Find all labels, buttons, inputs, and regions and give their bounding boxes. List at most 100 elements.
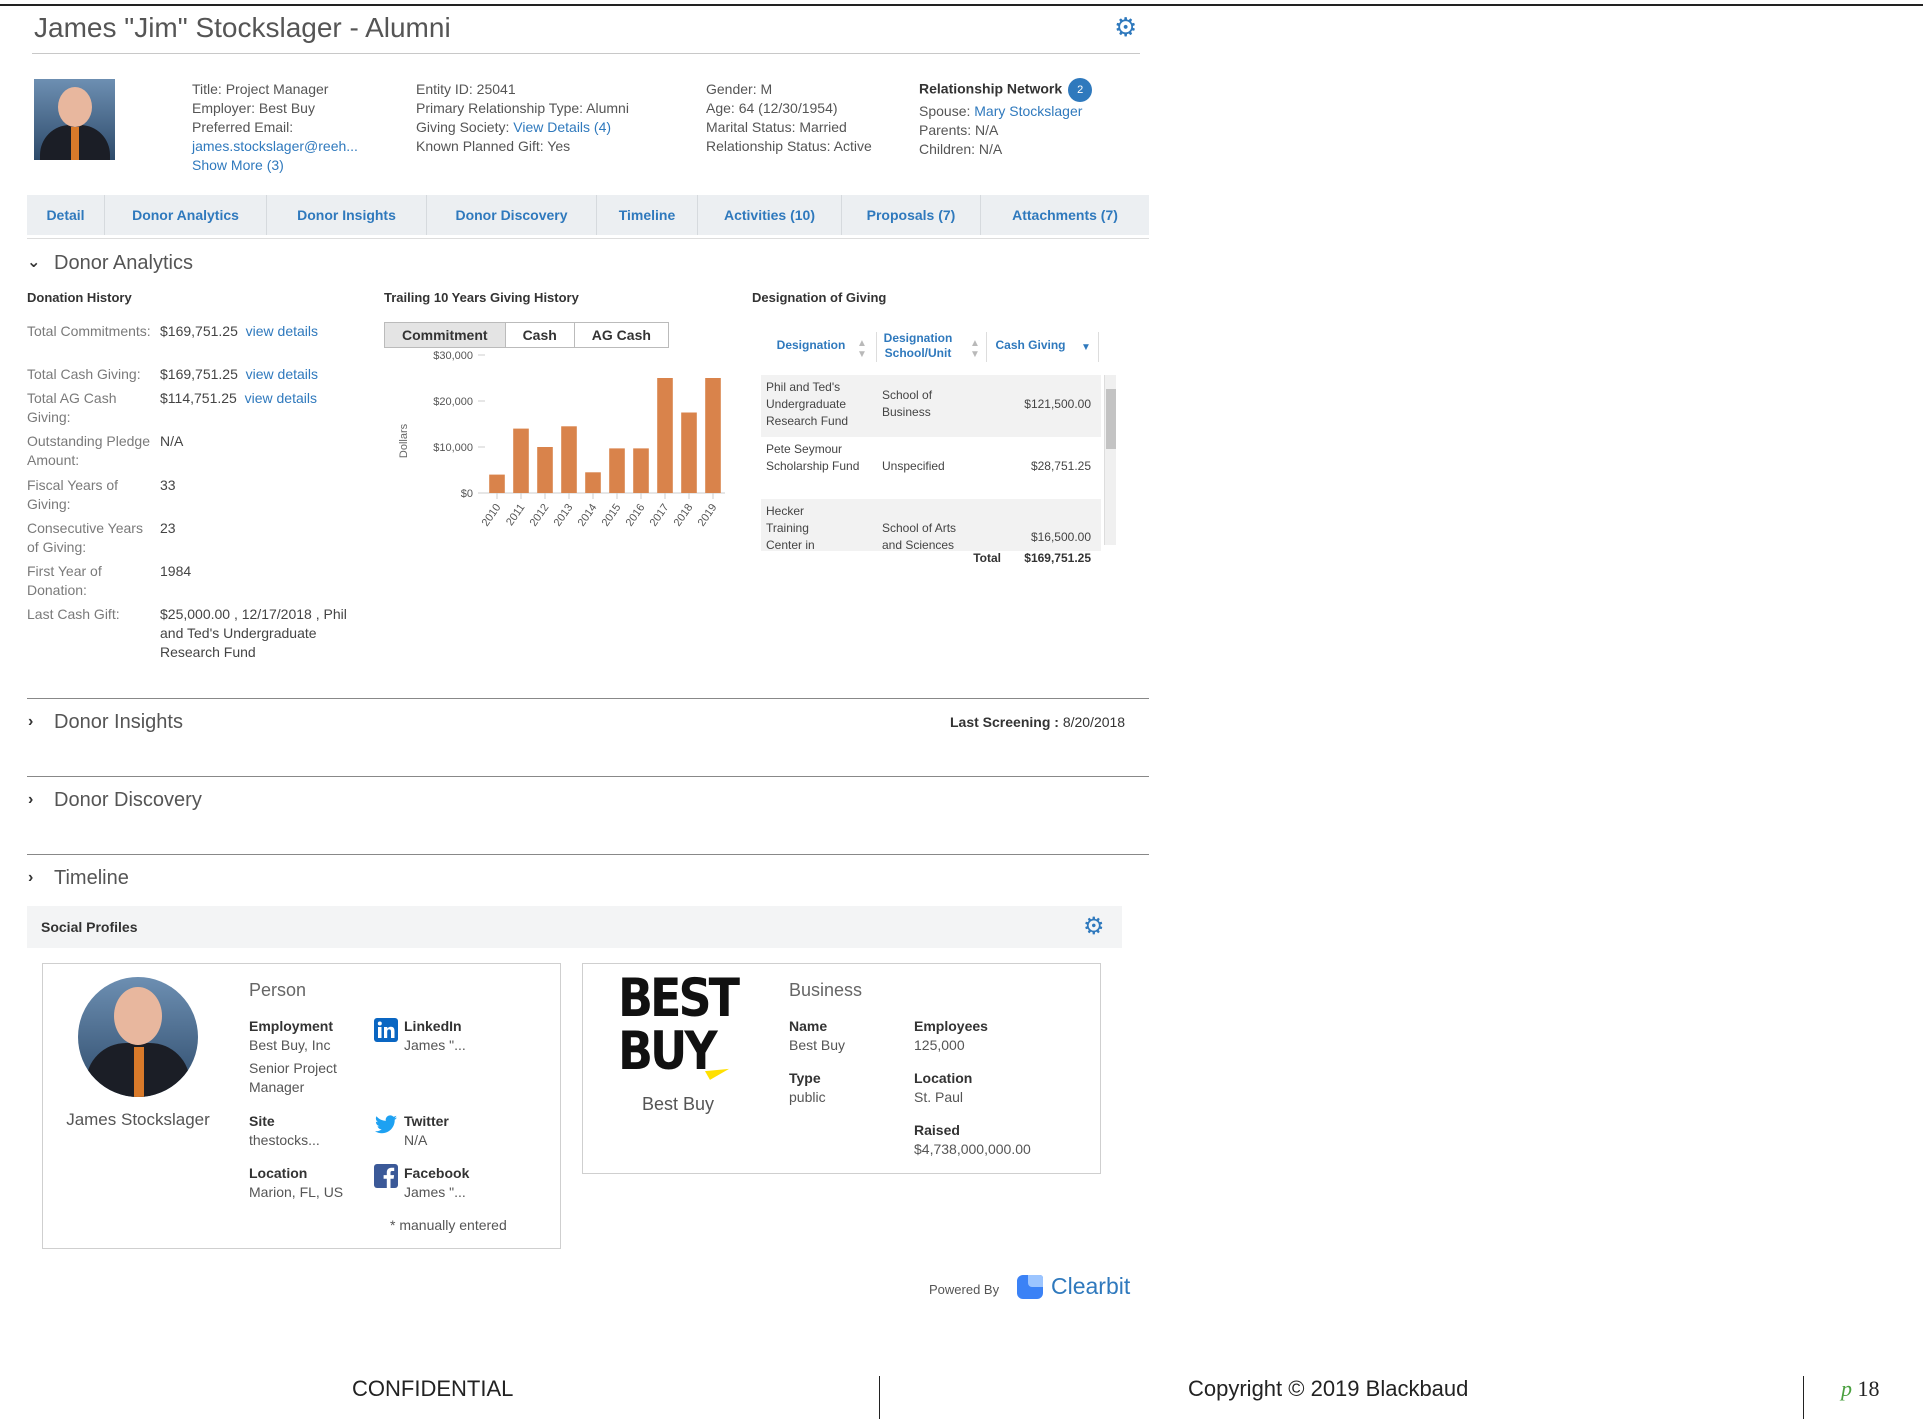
profile-col-2: Entity ID: 25041 Primary Relationship Ty… xyxy=(416,80,629,156)
sort-icon[interactable]: ▲ ▼ xyxy=(857,338,867,360)
linkedin-link[interactable]: James "... xyxy=(404,1036,466,1055)
site-link[interactable]: thestocks... xyxy=(249,1131,320,1150)
facebook-link[interactable]: James "... xyxy=(404,1183,466,1202)
section-divider xyxy=(27,698,1149,699)
donor-analytics-title[interactable]: Donor Analytics xyxy=(54,252,193,275)
last-screening-label: Last Screening : xyxy=(950,714,1063,730)
person-location-label: Location xyxy=(249,1165,308,1181)
bar-2017 xyxy=(657,378,673,493)
business-location-label: Location xyxy=(914,1070,973,1086)
profile-email-label: Preferred Email: xyxy=(192,119,294,135)
giving-society-link[interactable]: View Details (4) xyxy=(513,119,611,135)
cell-designation: Pete Seymour Scholarship Fund xyxy=(766,442,860,473)
x-tick-label: 2017 xyxy=(648,502,672,529)
segment-cash[interactable]: Cash xyxy=(505,323,575,347)
x-tick-label: 2011 xyxy=(504,502,527,528)
timeline-title[interactable]: Timeline xyxy=(54,867,129,890)
y-tick-label: $0 xyxy=(461,488,473,500)
dh-value: $114,751.25 view details xyxy=(160,389,317,408)
powered-by-label: Powered By xyxy=(929,1282,1000,1297)
entity-id: Entity ID: 25041 xyxy=(416,81,516,97)
view-details-link[interactable]: view details xyxy=(246,323,318,339)
scrollbar-thumb[interactable] xyxy=(1106,389,1116,449)
total-value: $169,751.25 xyxy=(1024,551,1091,565)
trailing-history-title: Trailing 10 Years Giving History xyxy=(384,290,579,305)
dh-label: Outstanding Pledge Amount: xyxy=(27,433,150,468)
employment-value: Best Buy, Inc xyxy=(249,1037,331,1053)
spouse-link[interactable]: Mary Stockslager xyxy=(974,103,1082,119)
relationship-count-badge[interactable]: 2 xyxy=(1068,78,1093,102)
segment-ag-cash[interactable]: AG Cash xyxy=(574,323,668,347)
dh-label: First Year of Donation: xyxy=(27,563,102,598)
donor-discovery-title[interactable]: Donor Discovery xyxy=(54,789,202,812)
dh-value: 1984 xyxy=(160,563,192,579)
chevron-right-icon[interactable]: › xyxy=(28,713,33,731)
facebook-icon[interactable] xyxy=(374,1164,398,1188)
tab-donor-discovery[interactable]: Donor Discovery xyxy=(427,195,597,235)
tab-activities[interactable]: Activities (10) xyxy=(698,195,842,235)
footer-page-prefix: p xyxy=(1841,1376,1852,1401)
tab-donor-insights[interactable]: Donor Insights xyxy=(267,195,427,235)
page-title: James "Jim" Stockslager - Alumni xyxy=(34,12,451,43)
footer-copyright: Copyright © 2019 Blackbaud xyxy=(1188,1376,1469,1401)
chevron-right-icon[interactable]: › xyxy=(28,791,33,809)
business-caption: Best Buy xyxy=(641,1094,715,1114)
bar-2012 xyxy=(537,447,553,493)
sort-desc-icon[interactable]: ▼ xyxy=(1081,342,1091,353)
tab-attachments[interactable]: Attachments (7) xyxy=(981,195,1149,235)
gender: Gender: M xyxy=(706,81,773,97)
profile-employer: Employer: Best Buy xyxy=(192,100,315,116)
table-row[interactable]: Phil and Ted's Undergraduate Research Fu… xyxy=(761,375,1101,437)
clearbit-label[interactable]: Clearbit xyxy=(1051,1273,1130,1300)
chevron-down-icon[interactable]: ⌄ xyxy=(27,252,40,272)
dh-value: N/A xyxy=(160,433,184,449)
children: Children: N/A xyxy=(919,141,1003,157)
social-gear-icon[interactable]: ⚙ xyxy=(1083,914,1105,940)
view-details-link[interactable]: view details xyxy=(245,390,317,406)
segment-commitment[interactable]: Commitment xyxy=(385,323,506,347)
cell-amount: $121,500.00 xyxy=(1024,397,1091,411)
tab-proposals[interactable]: Proposals (7) xyxy=(842,195,981,235)
business-name-link[interactable]: Best Buy xyxy=(789,1036,845,1055)
business-heading: Business xyxy=(789,980,863,1000)
x-tick-label: 2019 xyxy=(696,502,720,529)
bar-2015 xyxy=(609,448,625,493)
twitter-icon[interactable] xyxy=(374,1112,398,1136)
raised-label: Raised xyxy=(914,1122,960,1138)
employees-value: 125,000 xyxy=(914,1037,965,1053)
col-school-unit[interactable]: Designation School/Unit xyxy=(878,331,958,361)
linkedin-icon[interactable] xyxy=(374,1018,398,1042)
chevron-right-icon[interactable]: › xyxy=(28,869,33,887)
dh-value-text: $169,751.25 xyxy=(160,323,238,339)
logo-line-2: BUY xyxy=(618,1019,718,1082)
designation-title: Designation of Giving xyxy=(752,290,887,305)
email-link[interactable]: james.stockslager@reeh... xyxy=(192,137,358,156)
dh-label: Total Commitments: xyxy=(27,323,151,339)
business-name-label: Name xyxy=(789,1018,828,1034)
col-designation[interactable]: Designation xyxy=(761,338,861,353)
tab-timeline[interactable]: Timeline xyxy=(597,195,698,235)
dh-value: $169,751.25 view details xyxy=(160,322,318,341)
table-scrollbar[interactable] xyxy=(1104,375,1116,545)
tab-detail[interactable]: Detail xyxy=(27,195,105,235)
tab-donor-analytics[interactable]: Donor Analytics xyxy=(105,195,267,235)
bar-2013 xyxy=(561,426,577,493)
business-type-value: public xyxy=(789,1089,826,1105)
y-tick-label: $10,000 xyxy=(433,442,473,454)
profile-photo xyxy=(34,79,115,160)
dh-value: $169,751.25 view details xyxy=(160,365,318,384)
person-heading: Person xyxy=(249,980,307,1000)
section-divider xyxy=(27,776,1149,777)
x-tick-label: 2018 xyxy=(672,502,696,529)
sort-icon[interactable]: ▲ ▼ xyxy=(970,338,980,360)
table-row[interactable]: Hecker Training Center in School of Arts… xyxy=(761,499,1101,551)
giving-history-chart: $0$10,000$20,000$30,000Dollars2010 2011 20… xyxy=(398,350,725,529)
show-more-link[interactable]: Show More (3) xyxy=(192,156,358,175)
view-details-link[interactable]: view details xyxy=(246,366,318,382)
settings-gear-icon[interactable]: ⚙ xyxy=(1114,14,1137,40)
table-row[interactable]: Pete Seymour Scholarship Fund Unspecifie… xyxy=(761,437,1101,499)
donor-insights-title[interactable]: Donor Insights xyxy=(54,711,183,734)
age: Age: 64 (12/30/1954) xyxy=(706,100,838,116)
dh-label: Consecutive Years of Giving: xyxy=(27,520,143,555)
col-cash-giving[interactable]: Cash Giving xyxy=(988,338,1073,353)
